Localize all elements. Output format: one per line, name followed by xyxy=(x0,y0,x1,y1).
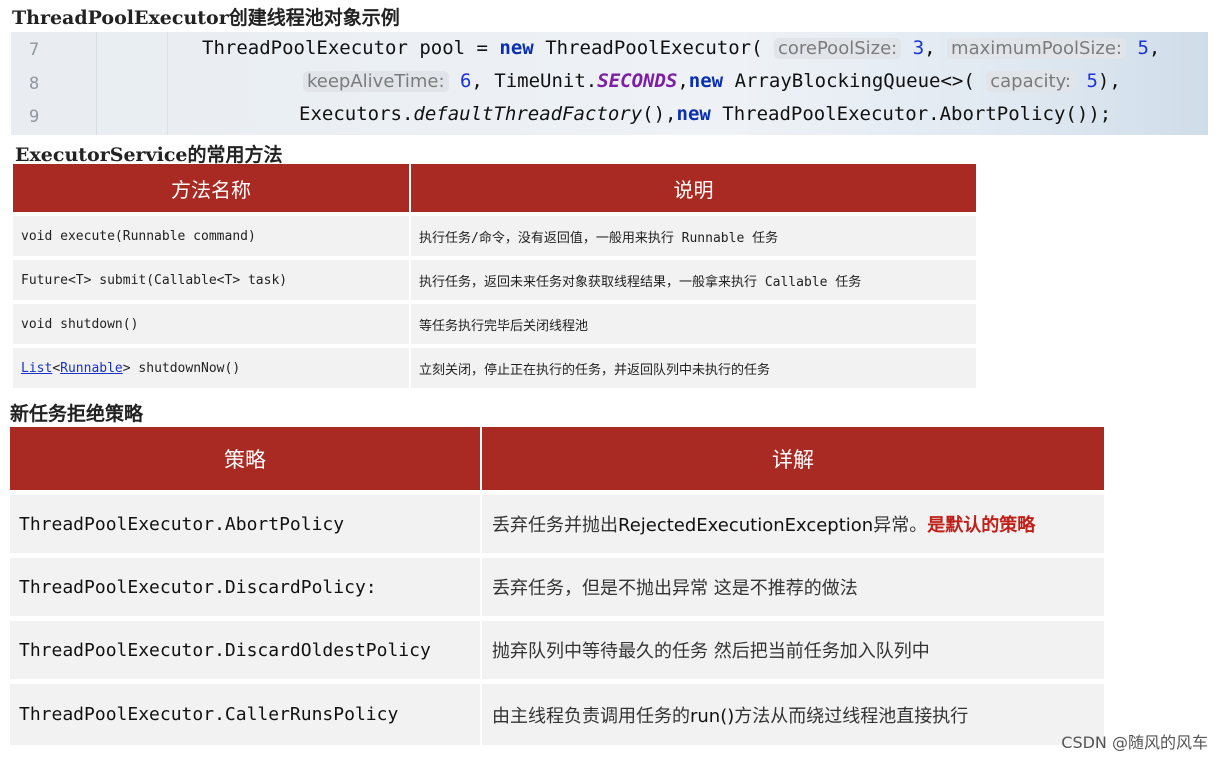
detail-cell: 抛弃队列中等待最久的任务 然后把当前任务加入队列中 xyxy=(480,616,1104,679)
method-cell: void shutdown() xyxy=(13,300,409,344)
code-text: Executors. xyxy=(299,103,414,125)
title-en: ExecutorService xyxy=(15,144,188,166)
table-row: ThreadPoolExecutor.DiscardPolicy: 丢弃任务，但… xyxy=(10,553,1104,616)
description-cell: 立刻关闭，停止正在执行的任务，并返回队列中未执行的任务 xyxy=(409,344,976,388)
method-cell: Future<T> submit(Callable<T> task) xyxy=(13,256,409,300)
number-literal: 5 xyxy=(1086,70,1098,92)
indent-guide xyxy=(96,32,97,135)
code-text: , xyxy=(924,37,936,59)
policy-cell: ThreadPoolExecutor.DiscardOldestPolicy xyxy=(10,616,480,679)
method-name: run() xyxy=(690,705,735,727)
runnable-link[interactable]: Runnable xyxy=(60,361,123,376)
detail-cell: 由主线程负责调用任务的run()方法从而绕过线程池直接执行 xyxy=(480,679,1104,745)
description-cell: 等任务执行完毕后关闭线程池 xyxy=(409,300,976,344)
executor-service-title: ExecutorService的常用方法 xyxy=(15,140,283,167)
column-header-description: 说明 xyxy=(409,164,976,212)
policy-cell: ThreadPoolExecutor.DiscardPolicy: xyxy=(10,553,480,616)
code-text: , xyxy=(1148,37,1161,59)
exception-name: RejectedExecutionException xyxy=(618,515,874,536)
table-row: void shutdown() 等任务执行完毕后关闭线程池 xyxy=(13,300,976,344)
title-zh: 的常用方法 xyxy=(187,144,283,166)
detail-text: 方法从而绕过线程池直接执行 xyxy=(734,705,969,727)
rejection-policy-title: 新任务拒绝策略 xyxy=(10,399,143,426)
list-link[interactable]: List xyxy=(21,361,52,376)
table-header-row: 策略 详解 xyxy=(10,427,1104,490)
code-line-9: Executors.defaultThreadFactory(),new Thr… xyxy=(299,103,1111,125)
code-text: (), xyxy=(642,103,677,125)
method-cell: List<Runnable> shutdownNow() xyxy=(13,344,409,388)
detail-text: 丢弃任务并抛出 xyxy=(492,515,618,536)
method-cell: void execute(Runnable command) xyxy=(13,212,409,256)
number-literal: 5 xyxy=(1137,37,1149,59)
column-header-method-name: 方法名称 xyxy=(13,164,409,212)
code-text: ThreadPoolExecutor pool = xyxy=(202,37,500,59)
table-row: ThreadPoolExecutor.DiscardOldestPolicy 抛… xyxy=(10,616,1104,679)
code-text: ThreadPoolExecutor( xyxy=(533,37,763,59)
policy-table: 策略 详解 ThreadPoolExecutor.AbortPolicy 丢弃任… xyxy=(10,427,1104,745)
description-cell: 执行任务/命令，没有返回值，一般用来执行 Runnable 任务 xyxy=(409,212,976,256)
code-text: , xyxy=(677,70,689,92)
title-en: ThreadPoolExecutor xyxy=(12,7,229,29)
code-text: ThreadPoolExecutor.AbortPolicy()); xyxy=(710,103,1112,125)
line-number: 8 xyxy=(29,74,40,94)
detail-text: 由主线程负责调用任务的 xyxy=(492,705,690,727)
table-row: void execute(Runnable command) 执行任务/命令，没… xyxy=(13,212,976,256)
indent-guide xyxy=(167,32,168,135)
policy-cell: ThreadPoolExecutor.CallerRunsPolicy xyxy=(10,679,480,745)
code-text: ), xyxy=(1097,70,1121,92)
line-number: 9 xyxy=(29,107,40,127)
param-hint: keepAliveTime: xyxy=(303,71,449,92)
detail-cell: 丢弃任务，但是不抛出异常 这是不推荐的做法 xyxy=(480,553,1104,616)
keyword: new xyxy=(676,103,711,125)
title-zh: 新任务拒绝策略 xyxy=(10,403,144,425)
constant: SECONDS xyxy=(597,70,678,92)
param-hint: capacity: xyxy=(986,71,1075,92)
code-line-8: keepAliveTime: 6, TimeUnit.SECONDS,new A… xyxy=(303,70,1121,92)
column-header-detail: 详解 xyxy=(480,427,1104,490)
code-example-title: ThreadPoolExecutor创建线程池对象示例 xyxy=(12,3,400,30)
table-header-row: 方法名称 说明 xyxy=(13,164,976,212)
table-row: List<Runnable> shutdownNow() 立刻关闭，停止正在执行… xyxy=(13,344,976,388)
static-method: defaultThreadFactory xyxy=(413,103,643,125)
default-policy-note: 是默认的策略 xyxy=(927,515,1036,536)
keyword: new xyxy=(688,70,724,92)
keyword: new xyxy=(499,37,534,59)
methods-table: 方法名称 说明 void execute(Runnable command) 执… xyxy=(13,164,976,388)
code-block: 7 8 9 ThreadPoolExecutor pool = new Thre… xyxy=(11,32,1208,135)
watermark: CSDN @随风的风车 xyxy=(1061,733,1208,752)
column-header-policy: 策略 xyxy=(10,427,480,490)
table-row: ThreadPoolExecutor.AbortPolicy 丢弃任务并抛出Re… xyxy=(10,490,1104,553)
code-text: ArrayBlockingQueue<>( xyxy=(723,70,975,92)
policy-cell: ThreadPoolExecutor.AbortPolicy xyxy=(10,490,480,553)
code-line-7: ThreadPoolExecutor pool = new ThreadPool… xyxy=(202,37,1160,59)
table-row: ThreadPoolExecutor.CallerRunsPolicy 由主线程… xyxy=(10,679,1104,745)
detail-cell: 丢弃任务并抛出RejectedExecutionException异常。是默认的… xyxy=(480,490,1104,553)
method-text: > shutdownNow() xyxy=(122,360,241,376)
param-hint: maximumPoolSize: xyxy=(947,38,1126,59)
table-row: Future<T> submit(Callable<T> task) 执行任务，… xyxy=(13,256,976,300)
method-text: < xyxy=(52,360,61,376)
title-zh: 创建线程池对象示例 xyxy=(228,7,400,29)
number-literal: 6 xyxy=(459,70,472,92)
line-number: 7 xyxy=(29,40,40,60)
param-hint: corePoolSize: xyxy=(773,38,902,59)
number-literal: 3 xyxy=(912,37,925,59)
code-text: , TimeUnit. xyxy=(471,70,598,92)
description-cell: 执行任务，返回未来任务对象获取线程结果，一般拿来执行 Callable 任务 xyxy=(409,256,976,300)
detail-text: 异常。 xyxy=(873,515,928,536)
